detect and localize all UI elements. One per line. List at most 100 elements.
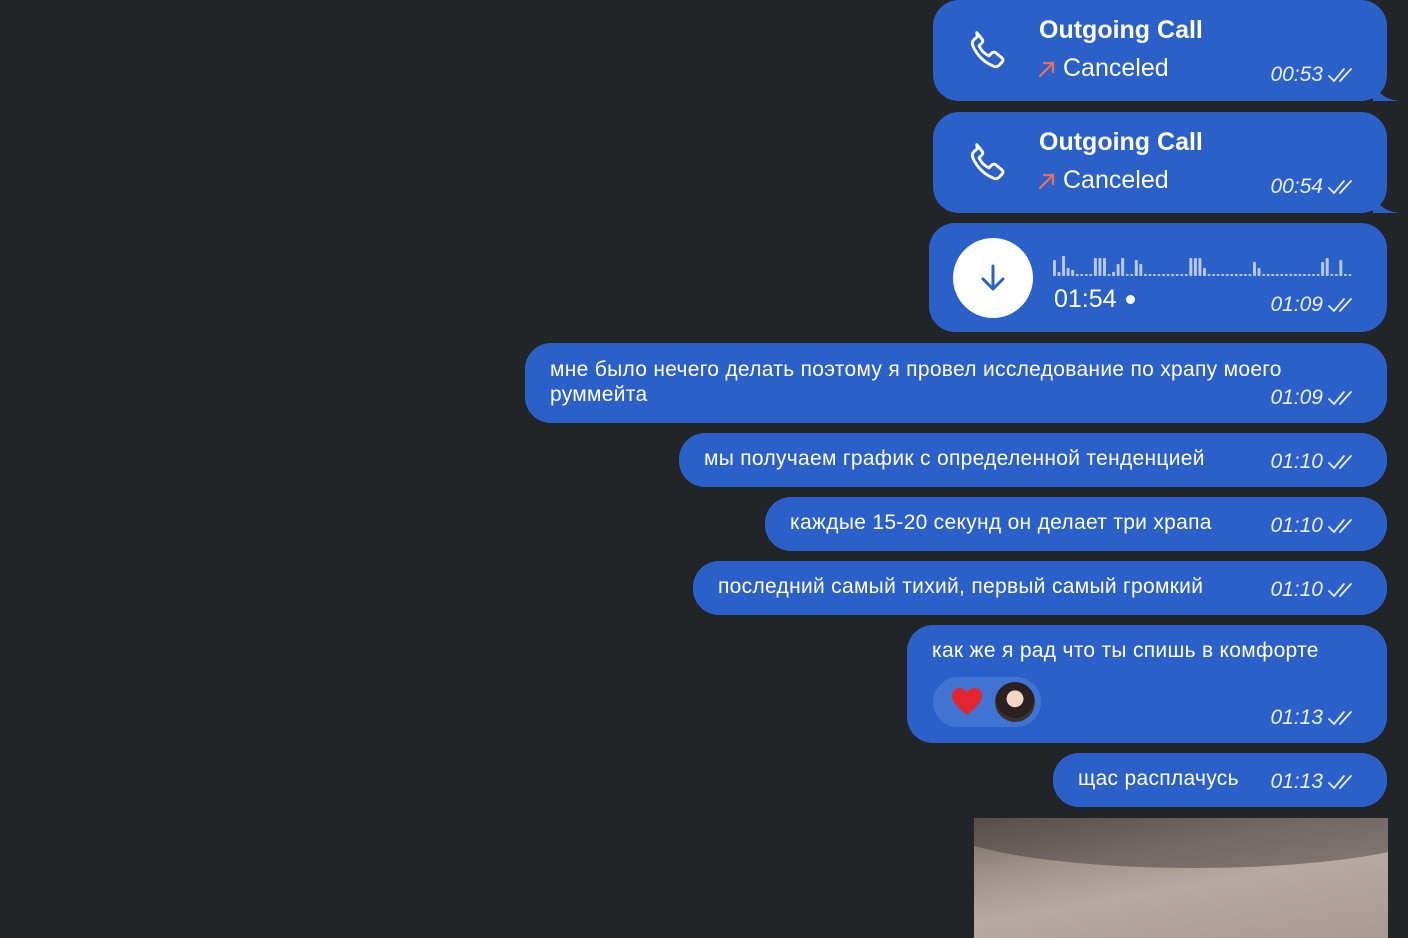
waveform-bar	[1275, 274, 1279, 276]
call-status: Canceled	[1037, 166, 1169, 195]
text-message[interactable]: мы получаем график с определенной тенден…	[679, 433, 1387, 487]
waveform-bar	[1330, 274, 1334, 276]
waveform-bar	[1121, 258, 1125, 276]
text-message[interactable]: как же я рад что ты спишь в комфорте 01:…	[907, 625, 1387, 743]
waveform-bar	[1125, 274, 1129, 276]
waveform-bar	[1166, 274, 1170, 276]
message-meta: 01:13	[1270, 706, 1359, 730]
message-text: мы получаем график с определенной тенден…	[704, 447, 1205, 470]
waveform-bar	[1207, 274, 1211, 276]
double-check-icon	[1328, 775, 1352, 789]
text-message[interactable]: щас расплачусь 01:13	[1053, 753, 1387, 807]
waveform-bar	[1116, 264, 1120, 276]
message-meta: 01:10	[1270, 514, 1359, 538]
call-status-label: Canceled	[1063, 54, 1169, 82]
message-time: 01:09	[1270, 386, 1323, 409]
message-time: 00:53	[1270, 63, 1323, 86]
waveform-bar	[1343, 274, 1347, 276]
waveform-bar	[1112, 272, 1116, 276]
bubble-tail	[1373, 193, 1399, 213]
waveform-bar	[1325, 258, 1329, 276]
waveform-bar	[1334, 274, 1338, 276]
message-meta: 01:09	[1270, 386, 1359, 410]
download-button[interactable]	[953, 238, 1033, 318]
waveform-bar	[1239, 274, 1243, 276]
waveform-bar	[1084, 274, 1088, 276]
text-message[interactable]: мне было нечего делать поэтому я провел …	[525, 343, 1387, 423]
waveform-bar	[1203, 268, 1206, 276]
waveform-bar	[1071, 270, 1075, 276]
waveform-bar	[1266, 274, 1270, 276]
message-time: 00:54	[1270, 175, 1323, 198]
message-time: 01:13	[1270, 770, 1323, 793]
phone-icon	[970, 31, 1005, 69]
waveform-bar	[1175, 274, 1179, 276]
waveform-bar	[1225, 274, 1229, 276]
message-meta: 01:10	[1270, 450, 1359, 474]
arrow-up-right-icon	[1038, 61, 1055, 77]
waveform-bar	[1066, 268, 1070, 276]
waveform-bar	[1216, 274, 1220, 276]
voice-waveform[interactable]	[1053, 247, 1353, 277]
message-meta: 01:10	[1270, 578, 1359, 602]
waveform-bar	[1230, 274, 1234, 276]
waveform-bar	[1143, 274, 1147, 276]
download-icon	[981, 264, 1005, 291]
call-title: Outgoing Call	[1039, 16, 1203, 44]
reaction-avatar	[995, 682, 1035, 722]
reaction-pill[interactable]	[933, 677, 1041, 727]
photo-message[interactable]	[974, 818, 1388, 938]
text-message[interactable]: последний самый тихий, первый самый гром…	[693, 561, 1387, 615]
message-time: 01:10	[1270, 578, 1323, 601]
waveform-bar	[1130, 274, 1134, 276]
waveform-bar	[1162, 274, 1166, 276]
waveform-bar	[1093, 258, 1097, 276]
waveform-bar	[1289, 274, 1293, 276]
message-meta: 01:09	[1270, 293, 1359, 317]
double-check-icon	[1328, 180, 1352, 194]
waveform-bar	[1184, 274, 1188, 276]
bubble-tail	[1373, 81, 1399, 101]
waveform-bar	[1339, 260, 1343, 276]
waveform-bar	[1107, 274, 1111, 276]
phone-icon	[970, 143, 1005, 181]
text-message[interactable]: каждые 15-20 секунд он делает три храпа …	[765, 497, 1387, 551]
message-time: 01:10	[1270, 514, 1323, 537]
waveform-bar	[1098, 258, 1102, 276]
waveform-bar	[1153, 274, 1156, 276]
waveform-bar	[1212, 274, 1216, 276]
waveform-bar	[1075, 274, 1079, 276]
double-check-icon	[1328, 391, 1352, 405]
waveform-bar	[1348, 274, 1352, 276]
waveform-bar	[1062, 256, 1066, 276]
waveform-bar	[1271, 274, 1275, 276]
message-time: 01:13	[1270, 706, 1323, 729]
arrow-up-right-icon	[1038, 173, 1055, 189]
message-meta: 01:13	[1270, 770, 1359, 794]
waveform-bar	[1303, 274, 1306, 276]
waveform-bar	[1193, 258, 1197, 276]
voice-message[interactable]: 01:54 01:09	[929, 223, 1387, 332]
waveform-bar	[1248, 274, 1252, 276]
message-text: каждые 15-20 секунд он делает три храпа	[790, 511, 1212, 534]
call-status: Canceled	[1037, 54, 1169, 83]
call-message[interactable]: Outgoing Call Canceled 00:53	[933, 0, 1399, 101]
waveform-bar	[1253, 262, 1256, 276]
message-time: 01:09	[1270, 293, 1323, 316]
call-message[interactable]: Outgoing Call Canceled 00:54	[933, 112, 1399, 213]
double-check-icon	[1328, 455, 1352, 469]
waveform-bar	[1148, 274, 1152, 276]
waveform-bar	[1257, 268, 1261, 276]
waveform-bar	[1057, 272, 1061, 276]
double-check-icon	[1328, 711, 1352, 725]
chat-area: Outgoing Call Canceled 00:53 Outgoing Ca…	[0, 0, 1408, 938]
waveform-bar	[1089, 274, 1093, 276]
message-time: 01:10	[1270, 450, 1323, 473]
waveform-bar	[1053, 260, 1056, 276]
waveform-bar	[1157, 274, 1161, 276]
waveform-bar	[1134, 260, 1138, 276]
double-check-icon	[1328, 583, 1352, 597]
waveform-bar	[1103, 258, 1106, 276]
call-status-label: Canceled	[1063, 166, 1169, 194]
double-check-icon	[1328, 519, 1352, 533]
